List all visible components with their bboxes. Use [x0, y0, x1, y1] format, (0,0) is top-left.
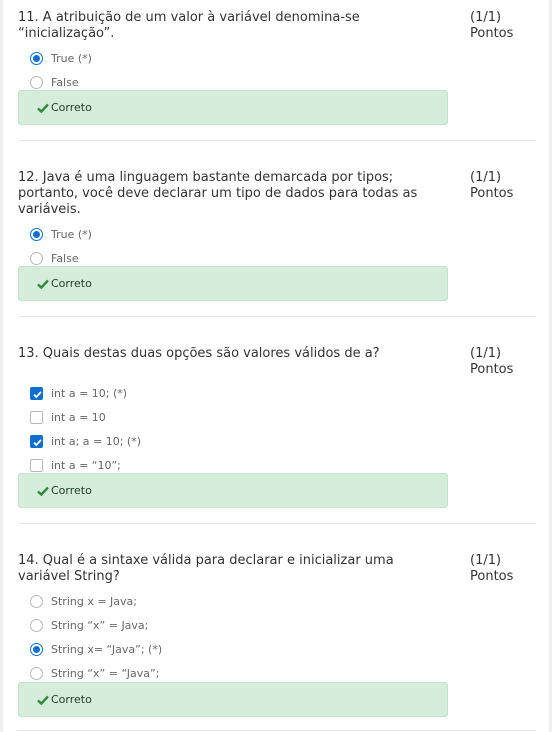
option-label: String “x” = Java;: [51, 618, 149, 632]
option-label: True (*): [51, 227, 92, 241]
option-2[interactable]: int a = 10: [30, 407, 106, 427]
radio-unselected[interactable]: [30, 75, 43, 89]
feedback-text: Correto: [51, 101, 92, 114]
radio-unselected[interactable]: [30, 618, 43, 632]
divider: [18, 140, 536, 141]
option-label: True (*): [51, 51, 92, 65]
option-label: False: [51, 251, 79, 265]
correct-feedback: Correto: [18, 682, 448, 717]
option-label: int a; a = 10; (*): [51, 434, 142, 448]
question-points: (1/1) Pontos: [470, 170, 514, 201]
option-2[interactable]: String “x” = Java;: [30, 615, 148, 635]
checkbox-checked[interactable]: [30, 434, 43, 448]
radio-unselected[interactable]: [30, 594, 43, 608]
question-text: 12. Java é uma linguagem bastante demarc…: [18, 170, 418, 217]
checkbox-unchecked[interactable]: [30, 458, 43, 472]
option-1[interactable]: String x = Java;: [30, 591, 137, 611]
checkbox-checked[interactable]: [30, 386, 43, 400]
radio-unselected[interactable]: [30, 251, 43, 265]
correct-feedback: Correto: [18, 473, 448, 508]
option-3[interactable]: String x= “Java”; (*): [30, 639, 162, 659]
question-points: (1/1) Pontos: [470, 346, 514, 377]
question-text: 11. A atribuição de um valor à variável …: [18, 10, 360, 41]
option-label: int a = 10: [51, 410, 106, 424]
option-label: String “x” = “Java”;: [51, 666, 160, 680]
option-true[interactable]: True (*): [30, 224, 92, 244]
option-label: int a = 10; (*): [51, 386, 128, 400]
option-label: String x= “Java”; (*): [51, 642, 163, 656]
option-4[interactable]: int a = “10”;: [30, 455, 121, 475]
feedback-text: Correto: [51, 693, 92, 706]
radio-selected[interactable]: [30, 642, 43, 656]
correct-feedback: Correto: [18, 90, 448, 125]
check-icon: [37, 274, 49, 293]
check-icon: [37, 481, 49, 500]
option-label: String x = Java;: [51, 594, 137, 608]
option-4[interactable]: String “x” = “Java”;: [30, 663, 159, 683]
check-icon: [37, 690, 49, 709]
correct-feedback: Correto: [18, 266, 448, 301]
feedback-text: Correto: [51, 277, 92, 290]
radio-selected[interactable]: [30, 227, 43, 241]
question-text: 13. Quais destas duas opções são valores…: [18, 346, 380, 361]
check-icon: [37, 98, 49, 117]
option-false[interactable]: False: [30, 72, 79, 92]
option-3[interactable]: int a; a = 10; (*): [30, 431, 141, 451]
checkbox-unchecked[interactable]: [30, 410, 43, 424]
question-text: 14. Qual é a sintaxe válida para declara…: [18, 553, 394, 584]
radio-selected[interactable]: [30, 51, 43, 65]
radio-unselected[interactable]: [30, 666, 43, 680]
divider: [18, 523, 536, 524]
divider: [18, 730, 536, 731]
question-points: (1/1) Pontos: [470, 553, 514, 584]
divider: [18, 316, 536, 317]
page-frame-left: [0, 0, 3, 732]
option-true[interactable]: True (*): [30, 48, 92, 68]
option-1[interactable]: int a = 10; (*): [30, 383, 127, 403]
option-false[interactable]: False: [30, 248, 79, 268]
option-label: int a = “10”;: [51, 458, 121, 472]
option-label: False: [51, 75, 79, 89]
feedback-text: Correto: [51, 484, 92, 497]
question-points: (1/1) Pontos: [470, 10, 514, 41]
